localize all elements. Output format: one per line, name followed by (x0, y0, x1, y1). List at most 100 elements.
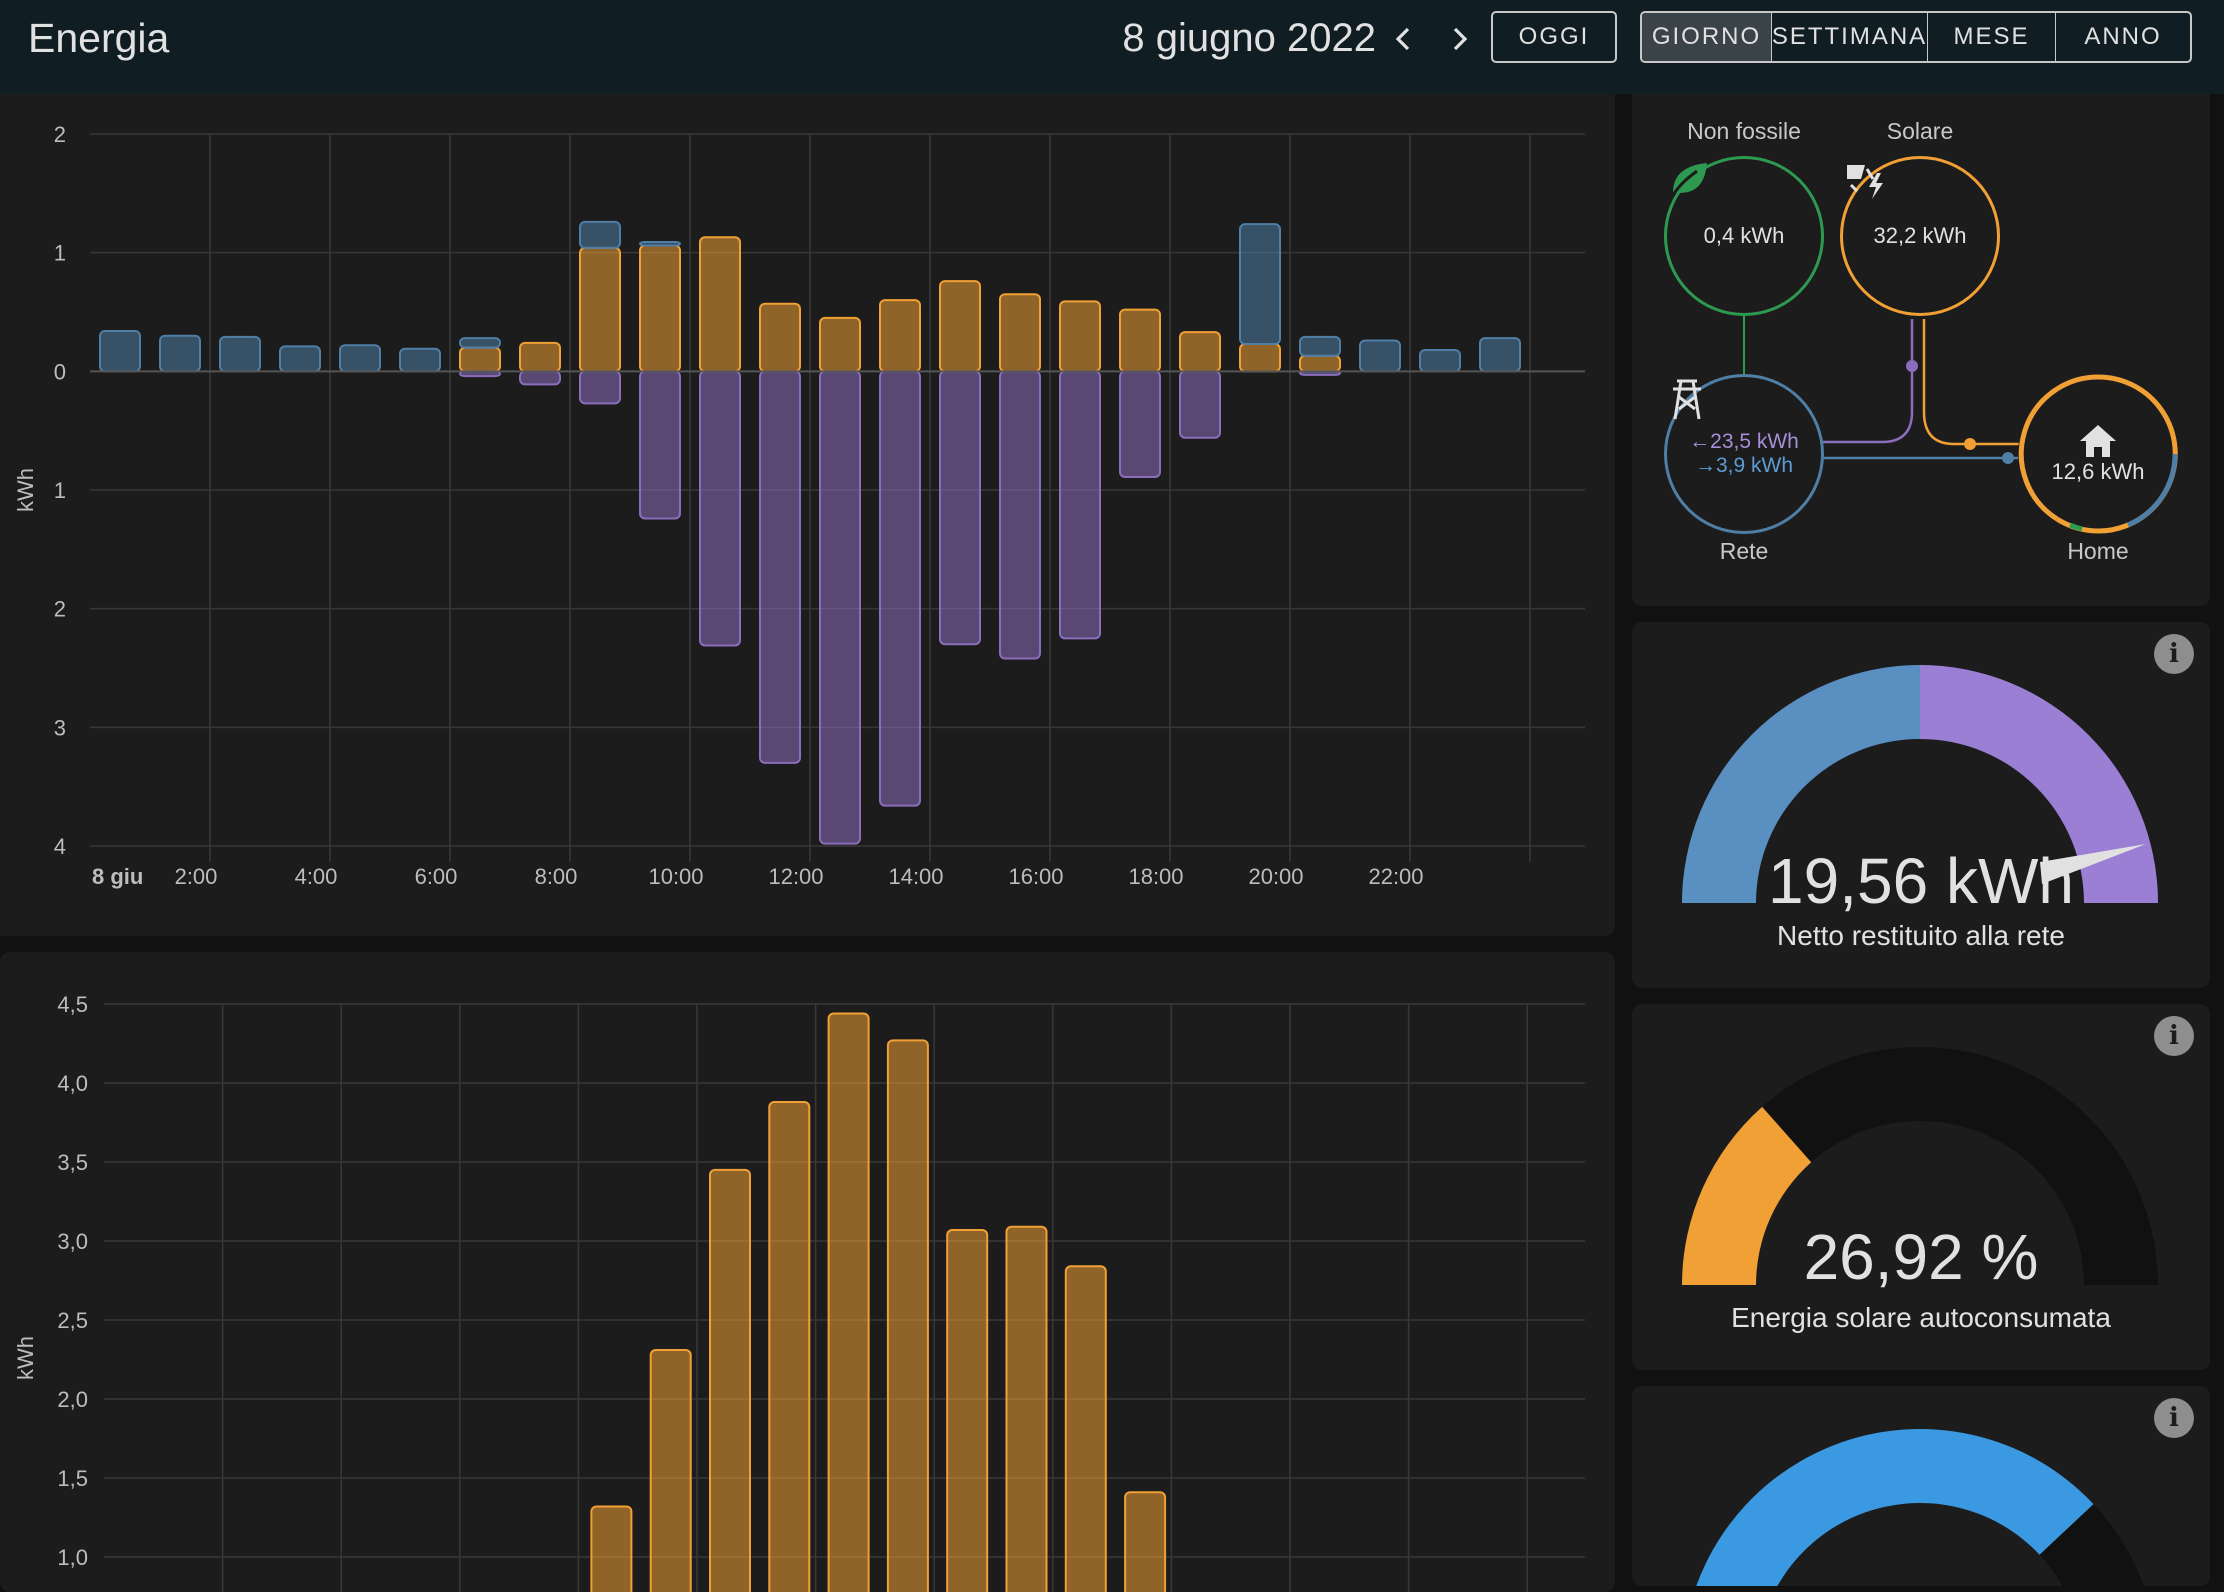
period-day-button[interactable]: GIORNO (1642, 13, 1772, 61)
solar-bar (827, 1012, 870, 1592)
period-year-button[interactable]: ANNO (2056, 13, 2190, 61)
grid-import-bar (639, 240, 681, 247)
grid-import-bar (399, 347, 441, 373)
third-gauge-card: i (1632, 1386, 2210, 1586)
grid-export-bar (819, 370, 861, 845)
y-tick-label: 1 (54, 241, 66, 266)
grid-node[interactable]: ←23,5 kWh →3,9 kWh (1664, 374, 1824, 534)
home-value: 12,6 kWh (2051, 459, 2145, 484)
solar-bar (1239, 343, 1281, 373)
solar-bar (946, 1228, 989, 1592)
grid-export-bar (639, 370, 681, 520)
next-period-button[interactable] (1437, 17, 1481, 61)
grid-export-bar (1119, 370, 1161, 478)
grid-export-bar (579, 370, 621, 405)
solar-bar (819, 316, 861, 373)
y-tick-label: 1,5 (57, 1466, 88, 1491)
grid-net-value: 19,56 kWh (1768, 845, 2074, 917)
solar-bar (759, 302, 801, 373)
grid-import-bar (339, 344, 381, 373)
solar-bar (1059, 300, 1101, 373)
solar-production-chart: 4,5 4,0 3,5 3,0 2,5 2,0 1,5 1,0 kWh (13, 992, 1585, 1592)
top-app-bar: Energia 8 giugno 2022 OGGI GIORNO SETTIM… (0, 0, 2224, 94)
leaf-icon (1671, 163, 1707, 196)
grid-export-bar (879, 370, 921, 807)
grid-import-bar (279, 345, 321, 373)
x-tick-label: 10:00 (648, 864, 703, 889)
grid-import-bar (459, 337, 501, 349)
y-tick-label: 2,0 (57, 1387, 88, 1412)
x-tick-label: 18:00 (1128, 864, 1183, 889)
x-tick-label: 6:00 (415, 864, 458, 889)
solar-bar (1124, 1491, 1167, 1592)
x-tick-label: 16:00 (1008, 864, 1063, 889)
non-fossil-value: 0,4 kWh (1703, 223, 1785, 248)
y-tick-label: 3 (54, 715, 66, 740)
period-selector: GIORNO SETTIMANA MESE ANNO (1640, 11, 2192, 63)
today-button[interactable]: OGGI (1491, 11, 1617, 63)
grid-export-bar (939, 370, 981, 646)
y-tick-label: 0 (54, 359, 66, 384)
x-tick-label: 22:00 (1368, 864, 1423, 889)
energy-distribution-card: Non fossile Solare 0,4 kWh 32,2 kWh ←23,… (1632, 94, 2210, 606)
flow-dot-grid-home (2002, 452, 2014, 464)
grid-import-value: ←23,5 kWh (1689, 430, 1799, 453)
grid-export-bar (999, 370, 1041, 660)
solar-bar (590, 1505, 633, 1592)
grid-label: Rete (1719, 538, 1769, 564)
x-tick-label: 8:00 (535, 864, 578, 889)
previous-period-button[interactable] (1382, 17, 1426, 61)
solar-node[interactable]: 32,2 kWh (1840, 156, 2000, 316)
y-tick-label: 1,0 (57, 1545, 88, 1570)
page-title: Energia (28, 15, 170, 61)
solar-production-card: 4,5 4,0 3,5 3,0 2,5 2,0 1,5 1,0 kWh (0, 952, 1615, 1592)
period-week-button[interactable]: SETTIMANA (1772, 13, 1928, 61)
x-tick-label: 2:00 (175, 864, 218, 889)
y-tick-label: 3,0 (57, 1229, 88, 1254)
solar-bar (699, 236, 741, 373)
energy-usage-chart: 2 1 0 1 2 3 4 8 giu 2:00 4:00 6:00 8:00 10:00 12:00 14… (13, 122, 1585, 889)
grid-export-bar (759, 370, 801, 764)
chevron-left-icon (1395, 27, 1410, 51)
solar-bar (768, 1100, 811, 1592)
non-fossil-label: Non fossile (1687, 118, 1801, 144)
grid-import-bar (1479, 337, 1521, 373)
grid-export-bar (1059, 370, 1101, 640)
self-consumed-gauge-card: i 26,92 % Energia solare autoconsumata (1632, 1004, 2210, 1370)
grid-import-bar (1359, 339, 1401, 373)
grid-import-bar (579, 220, 621, 249)
y-tick-label: 2,5 (57, 1308, 88, 1333)
grid-import-bar (1239, 223, 1281, 346)
solar-bar (1299, 354, 1341, 373)
non-fossil-node[interactable]: 0,4 kWh (1664, 156, 1824, 316)
period-month-button[interactable]: MESE (1928, 13, 2056, 61)
self-consumed-value: 26,92 % (1803, 1221, 2039, 1293)
solar-bar (1064, 1265, 1107, 1592)
third-gauge (1696, 1429, 2144, 1586)
y-tick-label: 1 (54, 478, 66, 503)
grid-net-label: Netto restituito alla rete (1777, 920, 2065, 951)
y-tick-label: 2 (54, 122, 66, 147)
x-tick-label: 4:00 (295, 864, 338, 889)
solar-bar (579, 246, 621, 373)
home-label: Home (2067, 538, 2129, 564)
solar-bar (1119, 308, 1161, 373)
grid-export-bar (519, 370, 561, 386)
flow-line-solar-grid (1822, 319, 1914, 444)
solar-bar (999, 293, 1041, 373)
grid-import-bar (1419, 348, 1461, 373)
y-tick-label: 3,5 (57, 1150, 88, 1175)
home-icon (2080, 425, 2116, 457)
y-tick-label: 4,0 (57, 1071, 88, 1096)
date-label: 8 giugno 2022 (1122, 16, 1376, 60)
chevron-right-icon (1453, 27, 1468, 51)
grid-import-bar (99, 329, 141, 373)
y-axis-label: kWh (13, 1336, 38, 1380)
grid-export-bar (699, 370, 741, 647)
grid-import-bar (1299, 335, 1341, 357)
y-tick-label: 4,5 (57, 992, 88, 1017)
solar-bar (939, 280, 981, 373)
home-node[interactable]: 12,6 kWh (2018, 374, 2178, 534)
flow-dot-solar-grid (1906, 360, 1918, 372)
x-tick-label: 12:00 (768, 864, 823, 889)
